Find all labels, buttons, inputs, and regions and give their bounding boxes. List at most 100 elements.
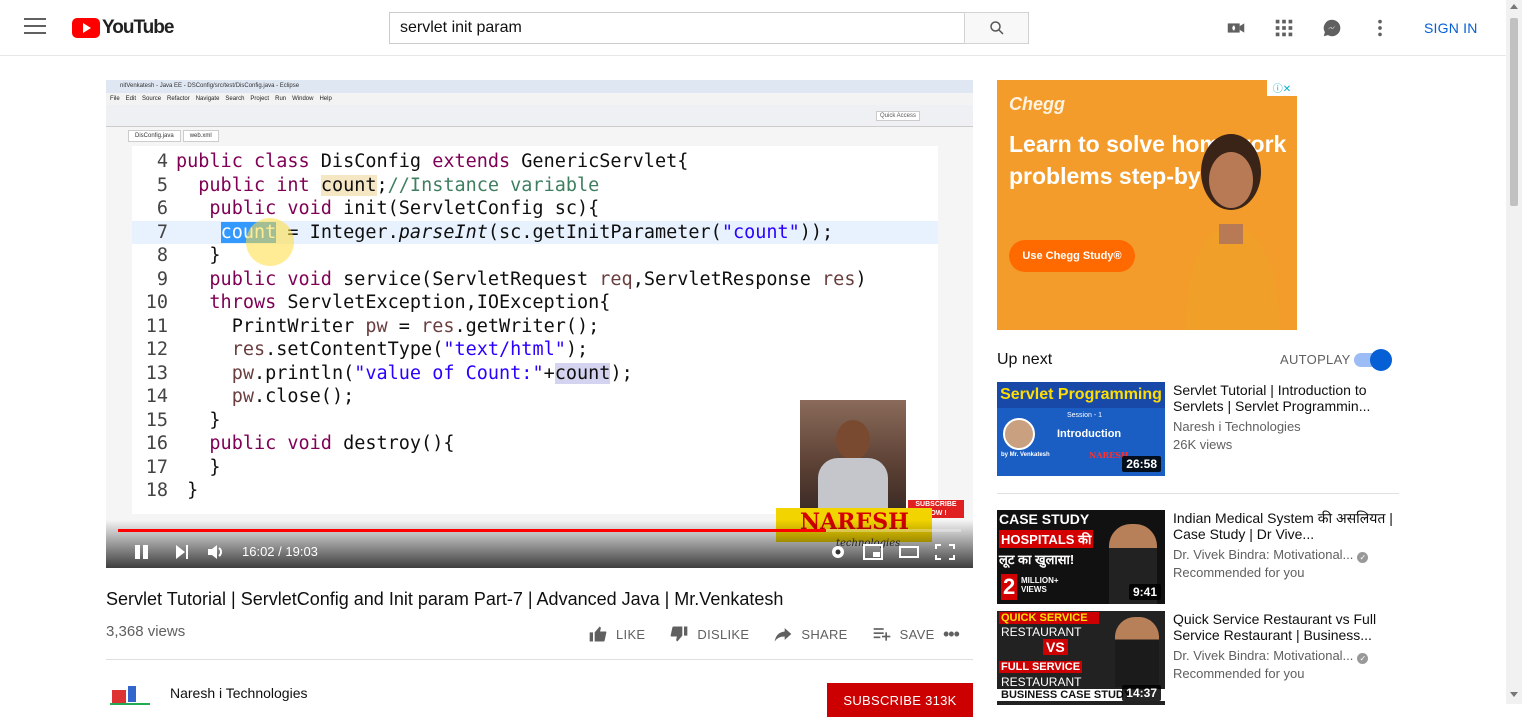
settings-more-icon[interactable] bbox=[1369, 17, 1391, 39]
code-text: public void service(ServletRequest req,S… bbox=[209, 268, 867, 290]
page-scrollbar[interactable] bbox=[1506, 0, 1522, 704]
like-button[interactable]: LIKE bbox=[588, 624, 645, 644]
miniplayer-icon[interactable] bbox=[862, 542, 884, 562]
line-number: 7 bbox=[156, 221, 168, 243]
line-number: 17 bbox=[145, 456, 168, 478]
line-number: 15 bbox=[145, 409, 168, 431]
masthead: YouTube SIGN IN bbox=[0, 0, 1506, 56]
line-number: 4 bbox=[156, 151, 168, 172]
theater-mode-icon[interactable] bbox=[898, 542, 920, 562]
line-number: 13 bbox=[145, 362, 168, 384]
up-next-heading: Up next bbox=[997, 351, 1053, 368]
ide-menu-item: Run bbox=[275, 96, 287, 102]
thumb-by: by Mr. Venkatesh bbox=[1001, 452, 1050, 458]
ad-person-image bbox=[1185, 134, 1281, 330]
code-line: 5 public int count;//Instance variable bbox=[132, 174, 938, 198]
ad-cta-button[interactable]: Use Chegg Study® bbox=[1009, 240, 1135, 272]
code-text: throws ServletException,IOException{ bbox=[209, 292, 611, 313]
video-duration: 26:58 bbox=[1122, 456, 1161, 472]
scrollbar-thumb[interactable] bbox=[1510, 18, 1518, 206]
presenter-webcam bbox=[800, 400, 906, 512]
volume-icon[interactable] bbox=[206, 542, 226, 562]
recommended-video[interactable]: Servlet Programming Session - 1 Introduc… bbox=[997, 382, 1417, 476]
thumb-sub: Introduction bbox=[1057, 428, 1122, 440]
share-button[interactable]: SHARE bbox=[773, 624, 847, 644]
hamburger-menu-icon[interactable] bbox=[24, 18, 46, 36]
share-icon bbox=[775, 628, 792, 642]
thumb-line-2: RESTAURANT bbox=[1001, 625, 1082, 639]
fullscreen-icon[interactable] bbox=[934, 542, 956, 562]
code-text: } bbox=[176, 480, 199, 501]
save-label: SAVE bbox=[899, 626, 935, 642]
like-label: LIKE bbox=[616, 626, 646, 642]
divider bbox=[106, 659, 973, 660]
save-button[interactable]: SAVE bbox=[872, 624, 935, 644]
next-icon[interactable] bbox=[174, 542, 190, 562]
thumb-title: Servlet Programming bbox=[997, 382, 1165, 408]
more-actions-icon[interactable]: ••• bbox=[943, 624, 960, 645]
line-number: 6 bbox=[156, 198, 168, 219]
ad-choices-icon[interactable]: ⓘ✕ bbox=[1267, 80, 1297, 96]
subscribe-button[interactable]: SUBSCRIBE 313K bbox=[827, 683, 973, 717]
video-thumbnail[interactable]: Servlet Programming Session - 1 Introduc… bbox=[997, 382, 1165, 476]
scroll-up-arrow[interactable] bbox=[1510, 4, 1518, 9]
create-video-icon[interactable] bbox=[1225, 17, 1247, 39]
messages-icon[interactable] bbox=[1321, 17, 1343, 39]
search-icon bbox=[989, 21, 1004, 35]
progress-bar[interactable] bbox=[118, 529, 961, 532]
line-number: 10 bbox=[145, 292, 168, 313]
youtube-logo[interactable]: YouTube bbox=[72, 17, 174, 39]
video-player[interactable]: nitVenkatesh - Java EE - DSConfig/src/te… bbox=[106, 80, 973, 568]
channel-name[interactable]: Naresh i Technologies bbox=[170, 685, 308, 701]
autoplay-label: AUTOPLAY bbox=[1280, 352, 1351, 367]
code-text: PrintWriter pw = res.getWriter(); bbox=[176, 315, 600, 337]
settings-gear-icon[interactable] bbox=[828, 542, 848, 562]
video-duration: 14:37 bbox=[1122, 685, 1161, 701]
code-line: 11 PrintWriter pw = res.getWriter(); bbox=[132, 315, 938, 339]
video-thumbnail[interactable]: CASE STUDY HOSPITALS की लूट का खुलासा! 2… bbox=[997, 510, 1165, 604]
video-meta: 26K views bbox=[1173, 437, 1233, 452]
recommended-video[interactable]: CASE STUDY HOSPITALS की लूट का खुलासा! 2… bbox=[997, 510, 1417, 604]
video-title[interactable]: Indian Medical System की असलियत | Case S… bbox=[1173, 510, 1395, 542]
video-title[interactable]: Quick Service Restaurant vs Full Service… bbox=[1173, 611, 1395, 643]
logo-text: YouTube bbox=[102, 17, 174, 38]
scroll-down-arrow[interactable] bbox=[1510, 692, 1518, 697]
share-label: SHARE bbox=[801, 626, 848, 642]
code-text: public void destroy(){ bbox=[209, 433, 455, 454]
search-button[interactable] bbox=[964, 12, 1029, 44]
video-channel[interactable]: Dr. Vivek Bindra: Motivational... ✓ bbox=[1173, 547, 1369, 563]
playlist-add-icon bbox=[873, 628, 890, 641]
line-number: 11 bbox=[145, 315, 168, 337]
apps-grid-icon[interactable] bbox=[1273, 17, 1295, 39]
video-thumbnail[interactable]: QUICK SERVICE RESTAURANT VS FULL SERVICE… bbox=[997, 611, 1165, 705]
thumbs-down-icon bbox=[671, 626, 688, 642]
autoplay-toggle[interactable] bbox=[1354, 349, 1392, 371]
video-channel[interactable]: Dr. Vivek Bindra: Motivational... ✓ bbox=[1173, 648, 1369, 664]
code-line: 6 public void init(ServletConfig sc){ bbox=[132, 197, 938, 221]
thumb-line-3: VS bbox=[1043, 639, 1068, 655]
search-input[interactable] bbox=[389, 12, 965, 44]
ide-tab: DisConfig.java bbox=[128, 130, 181, 142]
video-title: Servlet Tutorial | ServletConfig and Ini… bbox=[106, 589, 784, 609]
dislike-button[interactable]: DISLIKE bbox=[669, 624, 749, 644]
pause-button[interactable] bbox=[132, 542, 152, 562]
line-number: 18 bbox=[145, 480, 168, 501]
code-text: pw.println("value of Count:"+count); bbox=[231, 362, 633, 384]
channel-avatar[interactable] bbox=[106, 680, 156, 710]
ide-menu-item: Source bbox=[142, 96, 162, 102]
code-line: 13 pw.println("value of Count:"+count); bbox=[132, 362, 938, 386]
line-number: 16 bbox=[145, 433, 168, 454]
recommended-video[interactable]: QUICK SERVICE RESTAURANT VS FULL SERVICE… bbox=[997, 611, 1417, 705]
sign-in-button[interactable]: SIGN IN bbox=[1424, 20, 1478, 36]
video-channel[interactable]: Naresh i Technologies bbox=[1173, 419, 1301, 434]
video-duration: 9:41 bbox=[1128, 584, 1161, 600]
display-ad[interactable]: ⓘ✕ Chegg Learn to solve homework problem… bbox=[997, 80, 1297, 330]
channel-name: Dr. Vivek Bindra: Motivational... bbox=[1173, 547, 1354, 562]
video-title[interactable]: Servlet Tutorial | Introduction to Servl… bbox=[1173, 382, 1395, 414]
verified-icon: ✓ bbox=[1357, 552, 1369, 563]
dislike-label: DISLIKE bbox=[697, 626, 750, 642]
ide-menu-item: Edit bbox=[125, 96, 137, 102]
ide-tab: web.xml bbox=[182, 130, 219, 142]
line-number: 5 bbox=[156, 174, 168, 196]
youtube-play-icon bbox=[72, 18, 100, 38]
